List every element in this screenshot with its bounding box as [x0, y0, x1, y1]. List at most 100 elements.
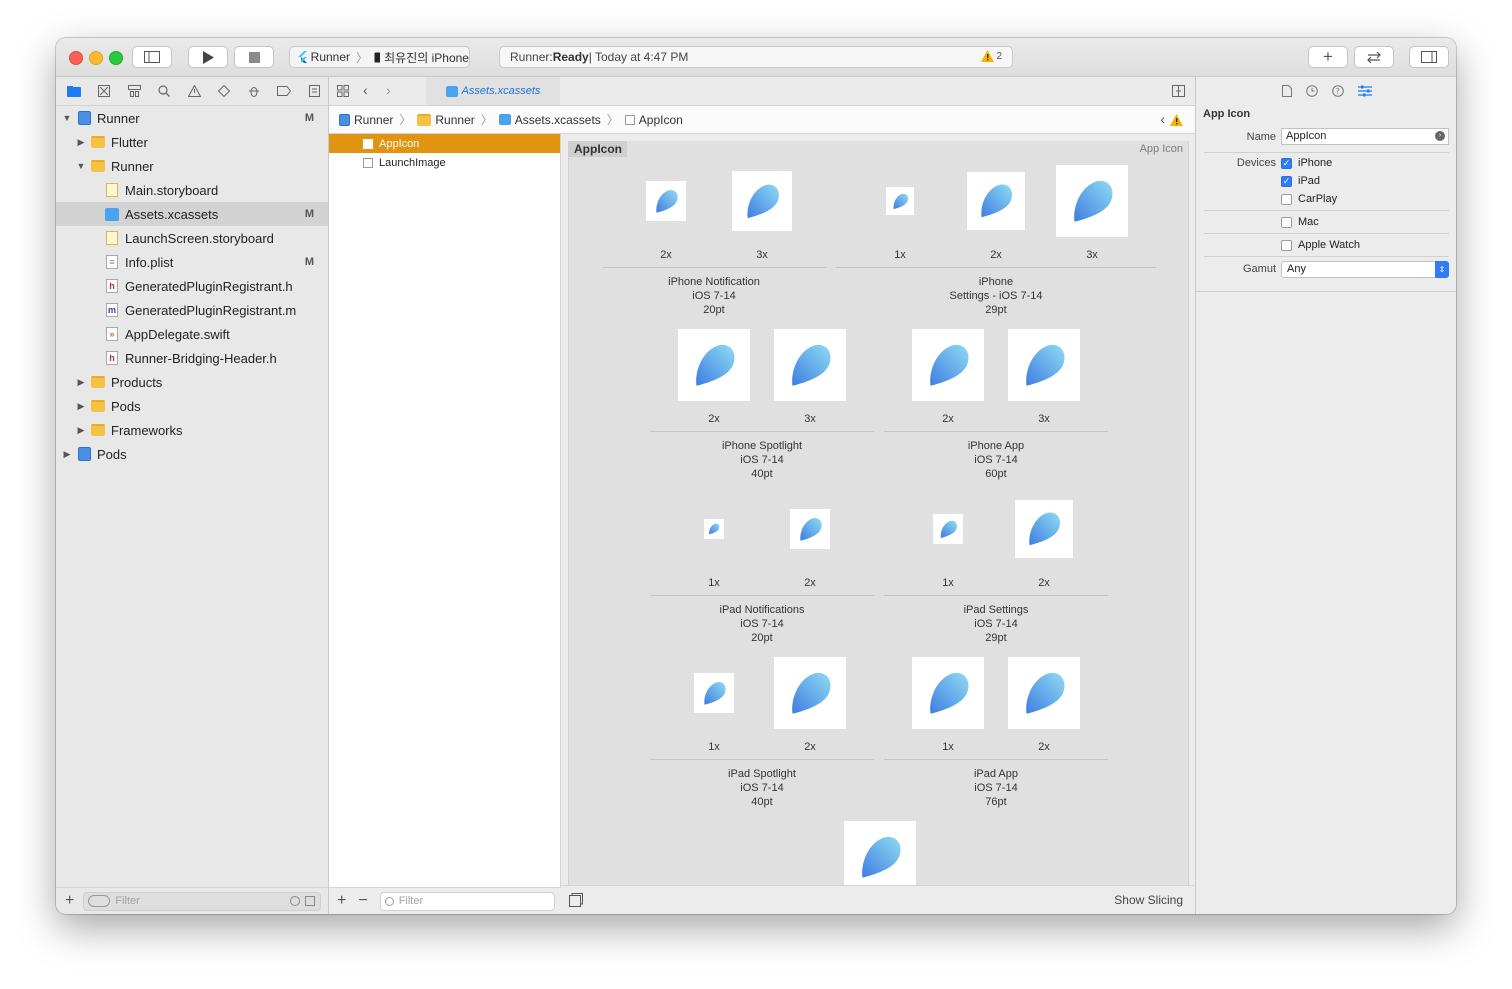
tree-item-pods-project[interactable]: ▶ Pods: [56, 442, 328, 466]
icon-slot-1x[interactable]: [912, 657, 984, 729]
icon-slot-1x[interactable]: [886, 187, 914, 215]
disclosure-collapsed-icon[interactable]: ▶: [75, 401, 87, 412]
search-icon[interactable]: [155, 82, 173, 100]
warning-icon[interactable]: [1170, 114, 1183, 126]
icon-slot-1x[interactable]: [933, 514, 963, 544]
icon-slot-marketing[interactable]: [844, 821, 916, 885]
icon-slot-2x[interactable]: [1015, 500, 1073, 558]
help-inspector-icon[interactable]: ?: [1331, 85, 1344, 97]
icon-slot-2x[interactable]: [1008, 657, 1080, 729]
add-asset-button[interactable]: +: [337, 892, 346, 910]
tree-item-plugin-registrant-m[interactable]: m GeneratedPluginRegistrant.m: [56, 298, 328, 322]
asset-filter-field[interactable]: Filter: [379, 891, 555, 911]
icon-slot-2x[interactable]: [774, 657, 846, 729]
icon-slot-2x[interactable]: [646, 181, 686, 221]
forward-arrow-icon[interactable]: ›: [386, 82, 391, 98]
test-icon[interactable]: [215, 82, 233, 100]
name-field[interactable]: AppIcon ›: [1281, 128, 1449, 145]
debug-icon[interactable]: [245, 82, 263, 100]
disclosure-collapsed-icon[interactable]: ▶: [61, 449, 73, 460]
breadcrumb-item[interactable]: AppIcon: [639, 113, 683, 127]
device-checkbox-ipad[interactable]: ✓ iPad: [1281, 173, 1320, 189]
toggle-navigator-button[interactable]: [132, 46, 172, 68]
add-file-button[interactable]: +: [65, 892, 74, 910]
disclosure-collapsed-icon[interactable]: ▶: [75, 137, 87, 148]
checkbox-checked-icon[interactable]: ✓: [1281, 157, 1292, 169]
device-checkbox-apple-watch[interactable]: Apple Watch: [1281, 237, 1360, 253]
icon-slot-3x[interactable]: [1056, 165, 1128, 237]
close-window-button[interactable]: [69, 51, 83, 65]
tree-item-bridging-header[interactable]: h Runner-Bridging-Header.h: [56, 346, 328, 370]
disclosure-expanded-icon[interactable]: ▼: [61, 113, 73, 123]
icon-slot-3x[interactable]: [732, 171, 792, 231]
file-inspector-icon[interactable]: [1281, 85, 1292, 97]
breadcrumb-item[interactable]: Assets.xcassets: [515, 113, 601, 127]
warning-indicator[interactable]: 2: [981, 50, 1002, 62]
device-checkbox-iphone[interactable]: ✓ iPhone: [1281, 155, 1332, 171]
stop-button[interactable]: [234, 46, 274, 68]
tree-item-assets-xcassets[interactable]: Assets.xcassets M: [56, 202, 328, 226]
checkbox-unchecked-icon[interactable]: [1281, 216, 1292, 228]
icon-slot-2x[interactable]: [790, 509, 830, 549]
breadcrumb-item[interactable]: Runner: [354, 113, 393, 127]
icon-slot-2x[interactable]: [912, 329, 984, 401]
icon-slot-1x[interactable]: [694, 673, 734, 713]
remove-asset-button[interactable]: −: [358, 892, 367, 910]
attributes-inspector-icon[interactable]: [1357, 85, 1372, 97]
source-control-icon[interactable]: [95, 82, 113, 100]
navigator-filter-field[interactable]: Filter: [83, 891, 322, 911]
tree-item-plugin-registrant-h[interactable]: h GeneratedPluginRegistrant.h: [56, 274, 328, 298]
minimize-window-button[interactable]: [89, 51, 103, 65]
scheme-selector[interactable]: Runner 〉 최유진의 iPhone: [289, 46, 470, 68]
tree-item-info-plist[interactable]: ≡ Info.plist M: [56, 250, 328, 274]
disclosure-collapsed-icon[interactable]: ▶: [75, 425, 87, 436]
icon-slot-3x[interactable]: [1008, 329, 1080, 401]
breakpoint-icon[interactable]: [275, 82, 293, 100]
tree-item-runner-project[interactable]: ▼ Runner M: [56, 106, 328, 130]
previous-issue-icon[interactable]: ‹: [1160, 111, 1165, 127]
device-checkbox-carplay[interactable]: CarPlay: [1281, 191, 1337, 207]
device-checkbox-mac[interactable]: Mac: [1281, 214, 1319, 230]
scm-filter-icon[interactable]: [305, 895, 316, 906]
icon-slot-2x[interactable]: [967, 172, 1025, 230]
related-items-icon[interactable]: [337, 85, 349, 97]
tab-assets-xcassets[interactable]: Assets.xcassets: [426, 77, 560, 105]
symbol-icon[interactable]: [125, 82, 143, 100]
tree-item-frameworks[interactable]: ▶ Frameworks: [56, 418, 328, 442]
zoom-window-button[interactable]: [109, 51, 123, 65]
icon-slot-1x[interactable]: [704, 519, 724, 539]
checkbox-unchecked-icon[interactable]: [1281, 193, 1292, 205]
icon-slot-3x[interactable]: [774, 329, 846, 401]
issue-icon[interactable]: [185, 82, 203, 100]
reveal-arrow-icon[interactable]: ›: [1435, 131, 1445, 141]
disclosure-expanded-icon[interactable]: ▼: [75, 161, 87, 171]
gamut-select[interactable]: Any ⇕: [1281, 261, 1449, 278]
tree-item-flutter[interactable]: ▶ Flutter: [56, 130, 328, 154]
run-button[interactable]: [188, 46, 228, 68]
report-icon[interactable]: [305, 82, 323, 100]
tree-item-pods-group[interactable]: ▶ Pods: [56, 394, 328, 418]
tree-item-appdelegate-swift[interactable]: » AppDelegate.swift: [56, 322, 328, 346]
code-review-button[interactable]: [1354, 46, 1394, 68]
filter-options-icon[interactable]: [88, 895, 111, 907]
show-slicing-button[interactable]: Show Slicing: [1114, 893, 1183, 907]
disclosure-collapsed-icon[interactable]: ▶: [75, 377, 87, 388]
library-button[interactable]: +: [1308, 46, 1348, 68]
split-editor-icon[interactable]: [1172, 85, 1185, 97]
recent-files-clock-icon[interactable]: [290, 895, 301, 906]
breadcrumb-item[interactable]: Runner: [435, 113, 474, 127]
toggle-inspector-button[interactable]: [1409, 46, 1449, 68]
checkbox-unchecked-icon[interactable]: [1281, 239, 1292, 251]
checkbox-checked-icon[interactable]: ✓: [1281, 175, 1292, 187]
back-arrow-icon[interactable]: ‹: [363, 82, 368, 98]
tree-item-products[interactable]: ▶ Products: [56, 370, 328, 394]
hide-asset-list-icon[interactable]: [569, 893, 583, 907]
asset-item-launchimage[interactable]: LaunchImage: [329, 153, 560, 172]
history-inspector-icon[interactable]: [1305, 85, 1318, 97]
tree-item-launchscreen-storyboard[interactable]: LaunchScreen.storyboard: [56, 226, 328, 250]
tree-item-runner-group[interactable]: ▼ Runner: [56, 154, 328, 178]
asset-item-appicon[interactable]: AppIcon: [329, 134, 560, 153]
icon-slot-2x[interactable]: [678, 329, 750, 401]
tree-item-main-storyboard[interactable]: Main.storyboard: [56, 178, 328, 202]
folder-icon[interactable]: [65, 82, 83, 100]
